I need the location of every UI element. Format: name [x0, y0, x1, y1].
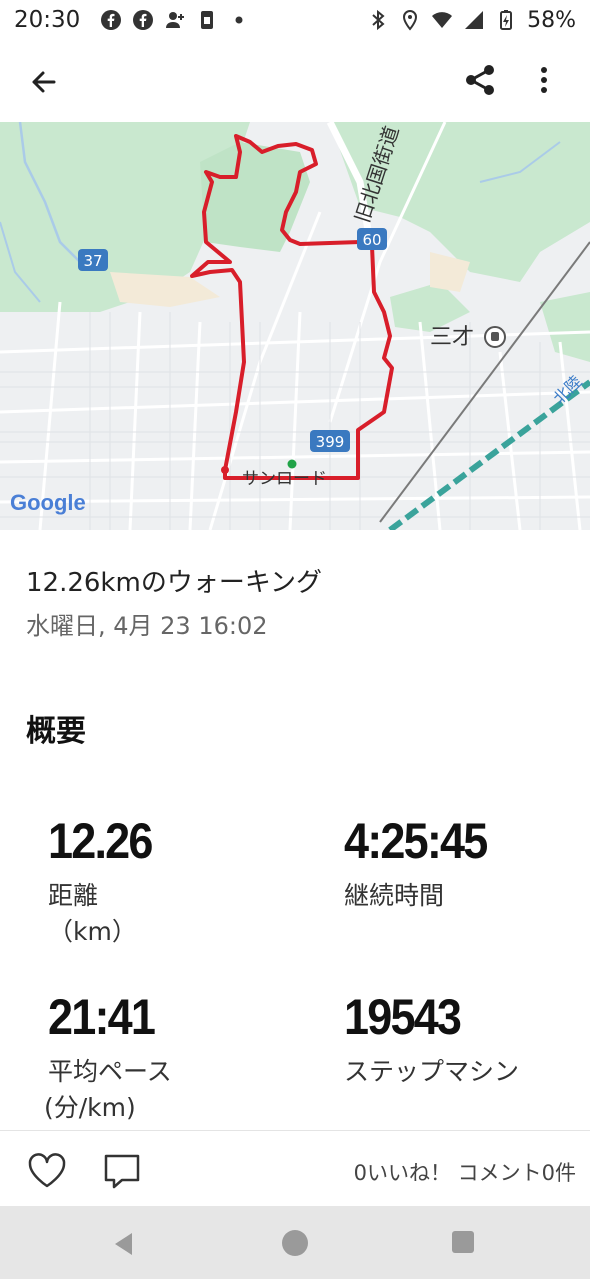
- duration-value: 4:25:45: [344, 813, 488, 869]
- app-bar: [0, 40, 590, 122]
- back-arrow-icon[interactable]: [24, 62, 64, 102]
- park-area: [540, 292, 590, 362]
- road-shield-37: 37: [78, 249, 108, 271]
- pace-unit: (分/km): [44, 1093, 136, 1122]
- location-icon: [403, 9, 418, 31]
- wifi-icon: [432, 12, 453, 28]
- bluetooth-icon: [372, 9, 385, 31]
- place-label: サンロード: [242, 469, 327, 489]
- person-add-icon: [166, 12, 185, 28]
- share-icon[interactable]: [460, 60, 500, 100]
- google-logo-text: Google: [10, 490, 86, 515]
- status-bar: 20:30 58%: [0, 0, 590, 40]
- route-map[interactable]: 37 60 399 旧北国街道 三才 サンロード 北陸 Google: [0, 122, 590, 530]
- road-shield-399: 399: [310, 430, 350, 452]
- duration-label: 継続時間: [344, 881, 445, 910]
- station-label: 三才: [430, 325, 474, 350]
- pace-value: 21:41: [48, 989, 156, 1045]
- line-label: 北陸: [549, 372, 585, 408]
- activity-date: 水曜日, 4月 23 16:02: [26, 612, 268, 640]
- road-60-label: 60: [362, 231, 381, 249]
- end-marker: [221, 466, 229, 474]
- road-shield-60: 60: [357, 228, 387, 250]
- sim-icon: [201, 11, 214, 29]
- google-logo: Google: [10, 490, 86, 516]
- dot-icon: [235, 16, 243, 24]
- nav-home-icon[interactable]: [282, 1230, 308, 1256]
- battery-percent: 58%: [527, 7, 576, 33]
- map-canvas: 37 60 399 旧北国街道 三才 サンロード 北陸: [0, 122, 590, 530]
- more-vert-icon[interactable]: [528, 60, 560, 100]
- signal-icon: [465, 11, 484, 29]
- facebook-icon: [133, 10, 154, 30]
- road-37-label: 37: [83, 252, 102, 270]
- heart-icon[interactable]: [26, 1151, 68, 1191]
- status-left: 20:30: [14, 7, 250, 33]
- summary-heading: 概要: [26, 714, 86, 749]
- rail-line: [379, 241, 590, 523]
- steps-value: 19543: [344, 989, 462, 1045]
- system-nav-bar: [0, 1206, 590, 1279]
- activity-detail-screen: 20:30 58% 37 60 399 旧北国街道 三才 サンロード 北陸 Go…: [0, 0, 590, 1279]
- steps-label: ステップマシン: [344, 1057, 520, 1086]
- nav-recent-icon[interactable]: [452, 1231, 474, 1253]
- like-comment-counts[interactable]: 0いいね！ コメント0件: [354, 1157, 576, 1187]
- social-action-bar: 0いいね！ コメント0件: [0, 1130, 590, 1206]
- facebook-icon: [101, 10, 122, 30]
- area-block: [110, 272, 220, 307]
- distance-unit: （km）: [48, 917, 137, 946]
- road-399-label: 399: [316, 433, 345, 451]
- pace-label: 平均ペース: [48, 1057, 172, 1086]
- status-time: 20:30: [14, 7, 81, 33]
- start-marker: [287, 459, 297, 469]
- distance-value: 12.26: [48, 813, 153, 869]
- battery-icon: [500, 10, 513, 30]
- nav-back-icon[interactable]: [110, 1230, 138, 1258]
- comment-icon[interactable]: [102, 1151, 142, 1191]
- activity-title: 12.26kmのウォーキング: [26, 568, 323, 598]
- distance-label: 距離: [48, 881, 99, 910]
- status-right: 58%: [367, 8, 576, 33]
- train-icon: [491, 332, 499, 341]
